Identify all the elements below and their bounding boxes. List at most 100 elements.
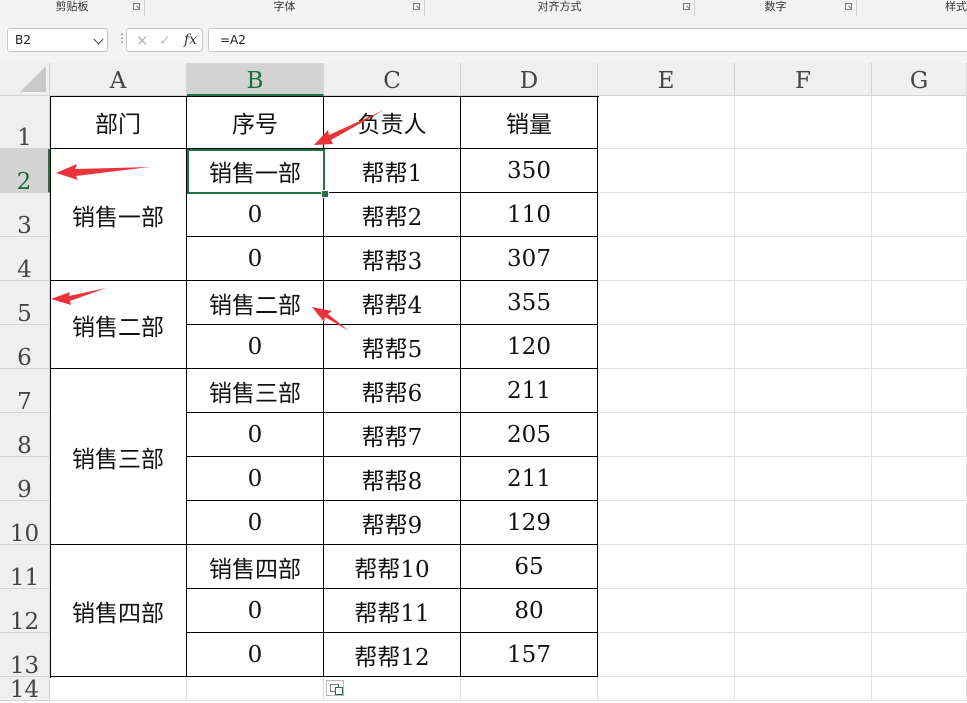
empty-cell[interactable] (872, 589, 967, 633)
empty-cell[interactable] (872, 96, 967, 149)
empty-cell[interactable] (598, 545, 735, 589)
empty-cell[interactable] (598, 281, 735, 325)
owner-cell[interactable]: 帮帮8 (324, 457, 461, 501)
dialog-launcher-icon[interactable] (133, 3, 140, 10)
empty-cell[interactable] (598, 325, 735, 369)
seq-cell[interactable]: 0 (187, 457, 324, 501)
empty-cell[interactable] (324, 677, 461, 701)
owner-cell[interactable]: 帮帮2 (324, 193, 461, 237)
empty-cell[interactable] (735, 633, 872, 677)
empty-cell[interactable] (598, 237, 735, 281)
empty-cell[interactable] (872, 677, 967, 701)
ribbon-group-font[interactable]: 字体 (145, 0, 425, 16)
empty-cell[interactable] (598, 96, 735, 149)
owner-cell[interactable]: 帮帮10 (324, 545, 461, 589)
ribbon-group-number[interactable]: 数字 (695, 0, 857, 16)
fx-icon[interactable]: fx (184, 32, 197, 48)
empty-cell[interactable] (735, 589, 872, 633)
row-header-12[interactable]: 12 (0, 589, 50, 635)
sales-cell[interactable]: 120 (461, 325, 598, 369)
department-cell[interactable]: 销售一部 (50, 149, 187, 281)
empty-cell[interactable] (872, 369, 967, 413)
empty-cell[interactable] (872, 193, 967, 237)
empty-cell[interactable] (735, 149, 872, 193)
ribbon-group-alignment[interactable]: 对齐方式 (425, 0, 695, 16)
cancel-icon[interactable]: ✕ (136, 34, 149, 49)
empty-cell[interactable] (735, 369, 872, 413)
formula-input[interactable]: =A2 (208, 28, 967, 52)
row-header-2[interactable]: 2 (0, 149, 50, 195)
seq-cell[interactable]: 销售四部 (187, 545, 324, 589)
department-cell[interactable]: 销售三部 (50, 369, 187, 545)
row-header-13[interactable]: 13 (0, 633, 50, 679)
owner-cell[interactable]: 帮帮6 (324, 369, 461, 413)
dialog-launcher-icon[interactable] (413, 3, 420, 10)
seq-cell[interactable]: 0 (187, 237, 324, 281)
empty-cell[interactable] (735, 237, 872, 281)
column-header-f[interactable]: F (735, 63, 872, 96)
sales-cell[interactable]: 157 (461, 633, 598, 677)
sales-cell[interactable]: 211 (461, 369, 598, 413)
empty-cell[interactable] (461, 677, 598, 701)
dialog-launcher-icon[interactable] (683, 3, 690, 10)
empty-cell[interactable] (598, 457, 735, 501)
owner-cell[interactable]: 帮帮11 (324, 589, 461, 633)
owner-cell[interactable]: 帮帮9 (324, 501, 461, 545)
sales-cell[interactable]: 129 (461, 501, 598, 545)
seq-cell[interactable]: 0 (187, 501, 324, 545)
empty-cell[interactable] (735, 501, 872, 545)
header-cell-b[interactable]: 序号 (187, 96, 324, 149)
empty-cell[interactable] (735, 413, 872, 457)
empty-cell[interactable] (872, 413, 967, 457)
empty-cell[interactable] (735, 677, 872, 701)
row-header-7[interactable]: 7 (0, 369, 50, 415)
column-header-c[interactable]: C (324, 63, 461, 96)
owner-cell[interactable]: 帮帮1 (324, 149, 461, 193)
chevron-down-icon[interactable] (93, 34, 104, 45)
seq-cell[interactable]: 0 (187, 633, 324, 677)
empty-cell[interactable] (872, 281, 967, 325)
empty-cell[interactable] (598, 413, 735, 457)
row-header-8[interactable]: 8 (0, 413, 50, 459)
empty-cell[interactable] (598, 501, 735, 545)
department-cell[interactable]: 销售四部 (50, 545, 187, 677)
seq-cell[interactable]: 0 (187, 193, 324, 237)
column-header-e[interactable]: E (598, 63, 735, 96)
empty-cell[interactable] (187, 677, 324, 701)
empty-cell[interactable] (735, 281, 872, 325)
seq-cell[interactable]: 销售二部 (187, 281, 324, 325)
header-cell-a[interactable]: 部门 (50, 96, 187, 149)
ribbon-group-clipboard[interactable]: 剪贴板 (0, 0, 145, 16)
sales-cell[interactable]: 110 (461, 193, 598, 237)
empty-cell[interactable] (872, 325, 967, 369)
empty-cell[interactable] (735, 545, 872, 589)
row-header-1[interactable]: 1 (0, 96, 50, 151)
empty-cell[interactable] (872, 545, 967, 589)
sales-cell[interactable]: 65 (461, 545, 598, 589)
empty-cell[interactable] (735, 96, 872, 149)
row-header-5[interactable]: 5 (0, 281, 50, 327)
sales-cell[interactable]: 211 (461, 457, 598, 501)
seq-cell[interactable]: 销售三部 (187, 369, 324, 413)
dialog-launcher-icon[interactable] (845, 3, 852, 10)
empty-cell[interactable] (872, 149, 967, 193)
empty-cell[interactable] (872, 457, 967, 501)
name-box[interactable]: B2 (7, 28, 108, 52)
column-header-d[interactable]: D (461, 63, 598, 96)
seq-cell[interactable]: 0 (187, 325, 324, 369)
sales-cell[interactable]: 350 (461, 149, 598, 193)
owner-cell[interactable]: 帮帮7 (324, 413, 461, 457)
row-header-4[interactable]: 4 (0, 237, 50, 283)
owner-cell[interactable]: 帮帮4 (324, 281, 461, 325)
owner-cell[interactable]: 帮帮12 (324, 633, 461, 677)
header-cell-d[interactable]: 销量 (461, 96, 598, 149)
empty-cell[interactable] (735, 325, 872, 369)
fill-handle[interactable] (321, 190, 329, 198)
seq-cell[interactable]: 销售一部 (187, 149, 324, 193)
empty-cell[interactable] (598, 633, 735, 677)
sales-cell[interactable]: 355 (461, 281, 598, 325)
header-cell-c[interactable]: 负责人 (324, 96, 461, 149)
row-header-11[interactable]: 11 (0, 545, 50, 591)
department-cell[interactable]: 销售二部 (50, 281, 187, 369)
empty-cell[interactable] (598, 149, 735, 193)
